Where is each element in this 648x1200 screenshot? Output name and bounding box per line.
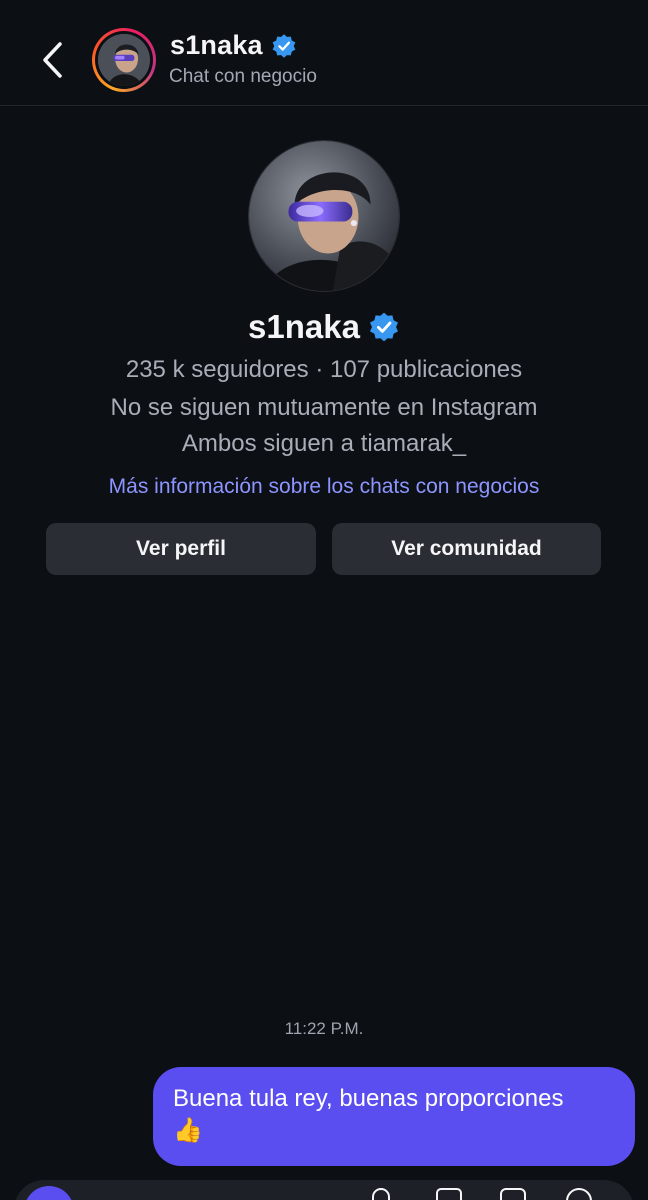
thumbs-up-emoji: 👍	[173, 1117, 203, 1144]
verified-badge-icon	[369, 312, 398, 342]
sticker-icon[interactable]	[500, 1188, 526, 1200]
profile-title: s1naka	[0, 308, 648, 346]
mutual-follow-status: No se siguen mutuamente en Instagram	[110, 394, 538, 421]
profile-avatar[interactable]	[248, 140, 400, 292]
message-timestamp: 11:22 P.M.	[284, 1019, 364, 1038]
composer-field[interactable]	[14, 1180, 634, 1200]
avatar-photo	[98, 34, 150, 86]
message-text: Buena tula rey, buenas proporciones	[173, 1085, 564, 1112]
chat-screen: s1naka Chat con negocio s1naka 235 k seg…	[0, 0, 648, 1200]
sent-message-bubble[interactable]: Buena tula rey, buenas proporciones 👍	[153, 1067, 635, 1166]
gallery-icon[interactable]	[436, 1188, 462, 1200]
business-chat-info-link[interactable]: Más información sobre los chats con nego…	[0, 475, 648, 499]
back-button[interactable]	[34, 38, 70, 82]
microphone-icon[interactable]	[372, 1188, 390, 1200]
header-avatar[interactable]	[92, 28, 156, 92]
view-profile-button[interactable]: Ver perfil	[46, 523, 316, 575]
chevron-left-icon	[43, 42, 62, 78]
chat-header: s1naka Chat con negocio	[0, 0, 648, 106]
header-title[interactable]: s1naka	[170, 30, 297, 61]
verified-badge-icon	[272, 33, 296, 58]
profile-username: s1naka	[248, 308, 360, 345]
shared-follows: Ambos siguen a tiamarak_	[181, 430, 467, 457]
view-community-button[interactable]: Ver comunidad	[332, 523, 601, 575]
profile-stats: 235 k seguidores · 107 publicaciones	[125, 356, 523, 383]
message-composer	[0, 1178, 648, 1200]
header-subtitle: Chat con negocio	[169, 66, 317, 87]
profile-photo	[249, 141, 399, 291]
header-username: s1naka	[170, 30, 263, 60]
